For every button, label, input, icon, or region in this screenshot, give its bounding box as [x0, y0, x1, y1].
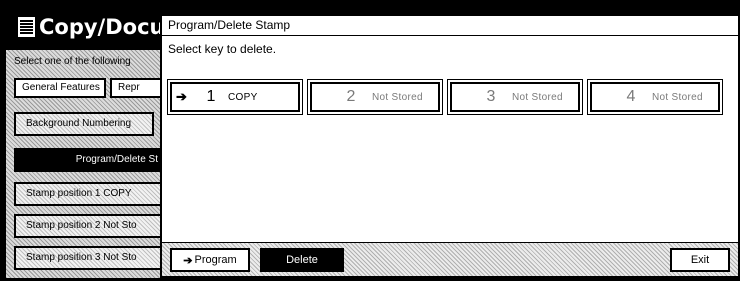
stamp-key-label: Not Stored — [652, 91, 703, 103]
stamp-key-label: Not Stored — [372, 91, 423, 103]
arrow-icon: ➔ — [183, 254, 193, 267]
arrow-icon: ➔ — [176, 89, 187, 104]
stamp-key-2[interactable]: 2 Not Stored — [307, 79, 443, 115]
program-button-label: Program — [194, 254, 237, 266]
stamp-key-label: Not Stored — [512, 91, 563, 103]
stamp-key-label: COPY — [228, 91, 258, 103]
stamp-key-3[interactable]: 3 Not Stored — [447, 79, 583, 115]
background-title-bar: Copy/Docu — [6, 10, 166, 44]
background-numbering-button[interactable]: Background Numbering — [14, 112, 154, 136]
stamp-key-number: 3 — [486, 88, 496, 105]
delete-button[interactable]: Delete — [260, 248, 344, 272]
background-instruction: Select one of the following — [14, 56, 131, 67]
stamp-key-number: 1 — [206, 88, 216, 105]
stamp-position-3-button[interactable]: Stamp position 3 Not Sto — [14, 246, 164, 270]
exit-button[interactable]: Exit — [670, 248, 730, 272]
dialog-message: Select key to delete. — [168, 42, 277, 56]
program-delete-stamp-button[interactable]: Program/Delete St — [14, 148, 164, 172]
tab-general-features[interactable]: General Features — [14, 78, 106, 98]
program-button[interactable]: ➔ Program — [170, 248, 250, 272]
stamp-position-1-button[interactable]: Stamp position 1 COPY — [14, 182, 164, 206]
background-title: Copy/Docu — [39, 15, 165, 39]
background-area: Select one of the following General Feat… — [6, 50, 170, 278]
document-icon — [18, 17, 35, 37]
stamp-key-number: 2 — [346, 88, 356, 105]
stamp-key-4[interactable]: 4 Not Stored — [587, 79, 723, 115]
stamp-key-number: 4 — [626, 88, 636, 105]
dialog-footer: ➔ Program Delete Exit — [162, 242, 738, 276]
stamp-key-1[interactable]: ➔ 1 COPY — [167, 79, 303, 115]
stamp-key-row: ➔ 1 COPY 2 Not Stored 3 Not Stored 4 Not… — [167, 79, 730, 115]
stamp-position-2-button[interactable]: Stamp position 2 Not Sto — [14, 214, 164, 238]
program-delete-stamp-dialog: Program/Delete Stamp Select key to delet… — [160, 14, 740, 278]
dialog-title: Program/Delete Stamp — [162, 16, 738, 36]
